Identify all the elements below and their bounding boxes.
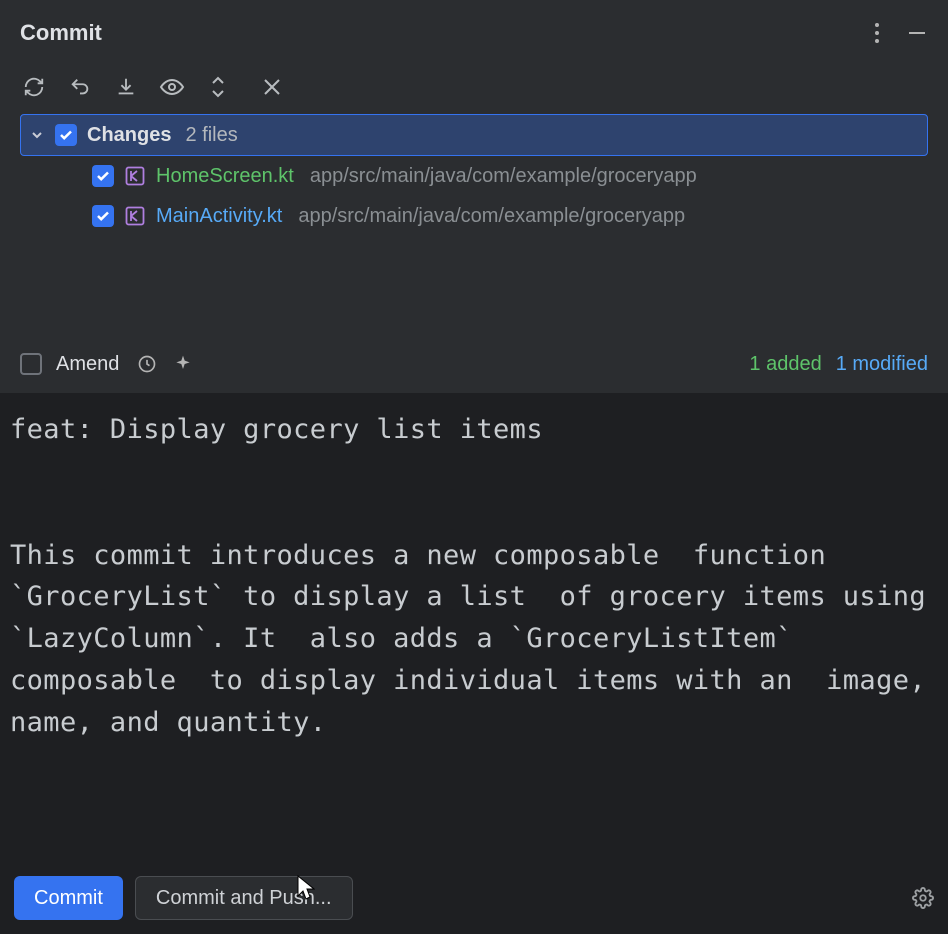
amend-label: Amend — [56, 353, 119, 376]
change-file-row[interactable]: HomeScreen.kt app/src/main/java/com/exam… — [20, 156, 928, 196]
revert-icon[interactable] — [66, 73, 94, 101]
chevron-down-icon[interactable] — [29, 127, 45, 143]
changes-group-checkbox[interactable] — [55, 124, 77, 146]
commit-button[interactable]: Commit — [14, 876, 123, 920]
minimize-icon[interactable] — [906, 22, 928, 44]
titlebar: Commit — [0, 0, 948, 66]
changes-group-label: Changes — [87, 124, 171, 147]
amend-row: Amend 1 added 1 modified — [0, 340, 948, 388]
more-menu-icon[interactable] — [874, 22, 880, 44]
preview-diff-icon[interactable] — [158, 73, 186, 101]
amend-checkbox[interactable] — [20, 353, 42, 375]
file-name: HomeScreen.kt — [156, 165, 294, 188]
group-by-icon[interactable] — [258, 73, 286, 101]
file-name: MainActivity.kt — [156, 205, 282, 228]
change-file-row[interactable]: MainActivity.kt app/src/main/java/com/ex… — [20, 196, 928, 236]
changes-group-count: 2 files — [185, 124, 237, 147]
file-checkbox[interactable] — [92, 165, 114, 187]
commit-and-push-button[interactable]: Commit and Push... — [135, 876, 353, 920]
settings-gear-icon[interactable] — [912, 887, 934, 909]
file-path: app/src/main/java/com/example/groceryapp — [310, 165, 697, 188]
kotlin-file-icon — [124, 165, 146, 187]
panel-title: Commit — [20, 20, 874, 46]
added-count: 1 added — [749, 353, 821, 376]
changes-tree: Changes 2 files HomeScreen.kt app/src/ma… — [0, 114, 948, 236]
commit-message-input[interactable] — [0, 393, 948, 870]
shelve-icon[interactable] — [112, 73, 140, 101]
history-icon[interactable] — [137, 354, 157, 374]
commit-toolbar — [0, 66, 948, 114]
kotlin-file-icon — [124, 205, 146, 227]
file-path: app/src/main/java/com/example/groceryapp — [298, 205, 685, 228]
expand-collapse-icon[interactable] — [204, 73, 232, 101]
ai-suggest-icon[interactable] — [173, 354, 193, 374]
refresh-icon[interactable] — [20, 73, 48, 101]
commit-footer: Commit Commit and Push... — [0, 870, 948, 934]
changes-group-header[interactable]: Changes 2 files — [20, 114, 928, 156]
file-checkbox[interactable] — [92, 205, 114, 227]
modified-count: 1 modified — [836, 353, 928, 376]
